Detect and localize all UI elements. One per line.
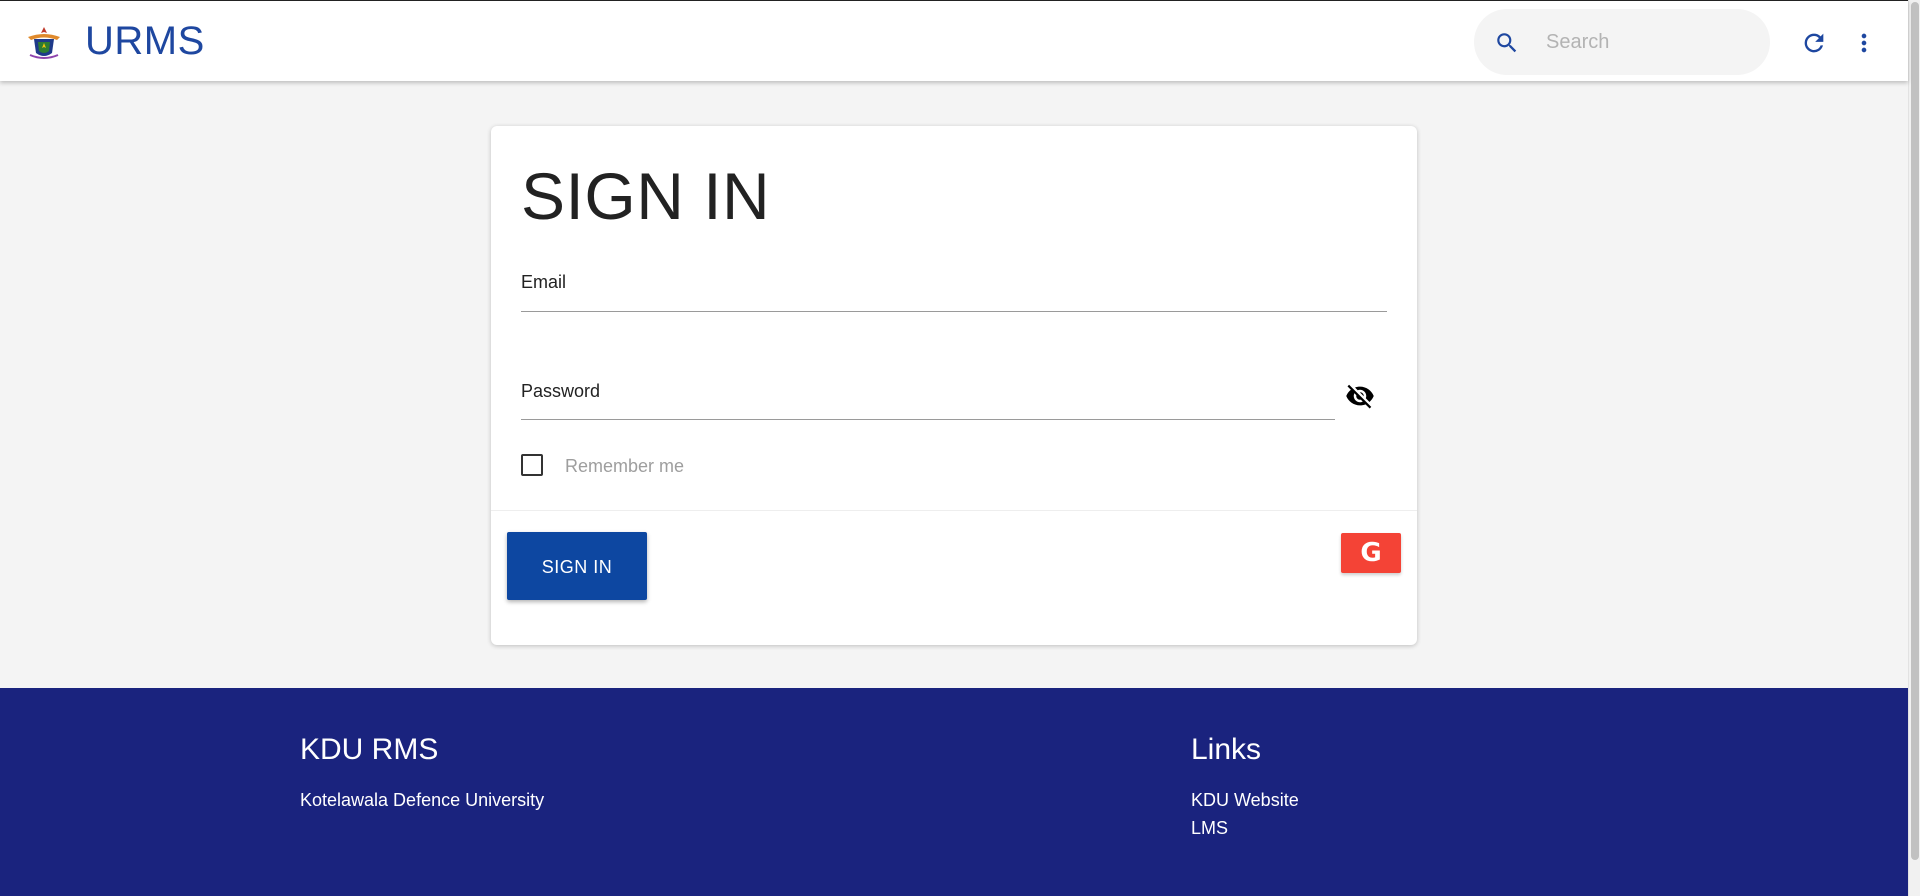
more-vert-icon[interactable] [1850, 29, 1878, 57]
top-app-bar: URMS [0, 0, 1908, 81]
password-field[interactable] [521, 380, 1335, 406]
password-underline [521, 419, 1335, 420]
footer-link-lms[interactable]: LMS [1191, 817, 1228, 839]
footer: KDU RMS Kotelawala Defence University Li… [0, 688, 1908, 896]
email-field[interactable] [521, 294, 1387, 320]
google-icon: G [1360, 538, 1382, 568]
footer-link-kdu-website[interactable]: KDU Website [1191, 789, 1299, 811]
scrollbar-thumb[interactable] [1911, 2, 1919, 860]
search-input[interactable] [1544, 28, 1744, 56]
sign-in-card: SIGN IN Email Password Remember me SIGN … [491, 126, 1417, 645]
email-underline [521, 311, 1387, 312]
footer-brand-heading: KDU RMS [300, 733, 439, 766]
card-divider [491, 510, 1417, 511]
page: URMS SIGN IN Email Password Remember me … [0, 0, 1908, 896]
google-sign-in-button[interactable]: G [1341, 533, 1401, 573]
sign-in-heading: SIGN IN [521, 159, 771, 233]
page-scrollbar[interactable] [1908, 0, 1920, 896]
footer-links-heading: Links [1191, 733, 1262, 766]
search-bar[interactable] [1474, 9, 1770, 75]
footer-university-name: Kotelawala Defence University [300, 790, 545, 810]
university-crest-logo[interactable] [24, 25, 64, 61]
email-label: Email [521, 272, 567, 292]
visibility-off-icon[interactable] [1345, 381, 1375, 411]
remember-me-checkbox[interactable] [521, 454, 543, 476]
refresh-icon[interactable] [1800, 29, 1828, 57]
sign-in-button[interactable]: SIGN IN [507, 532, 647, 600]
app-title[interactable]: URMS [85, 18, 205, 64]
remember-me-label[interactable]: Remember me [565, 456, 684, 477]
search-icon[interactable] [1494, 30, 1520, 56]
